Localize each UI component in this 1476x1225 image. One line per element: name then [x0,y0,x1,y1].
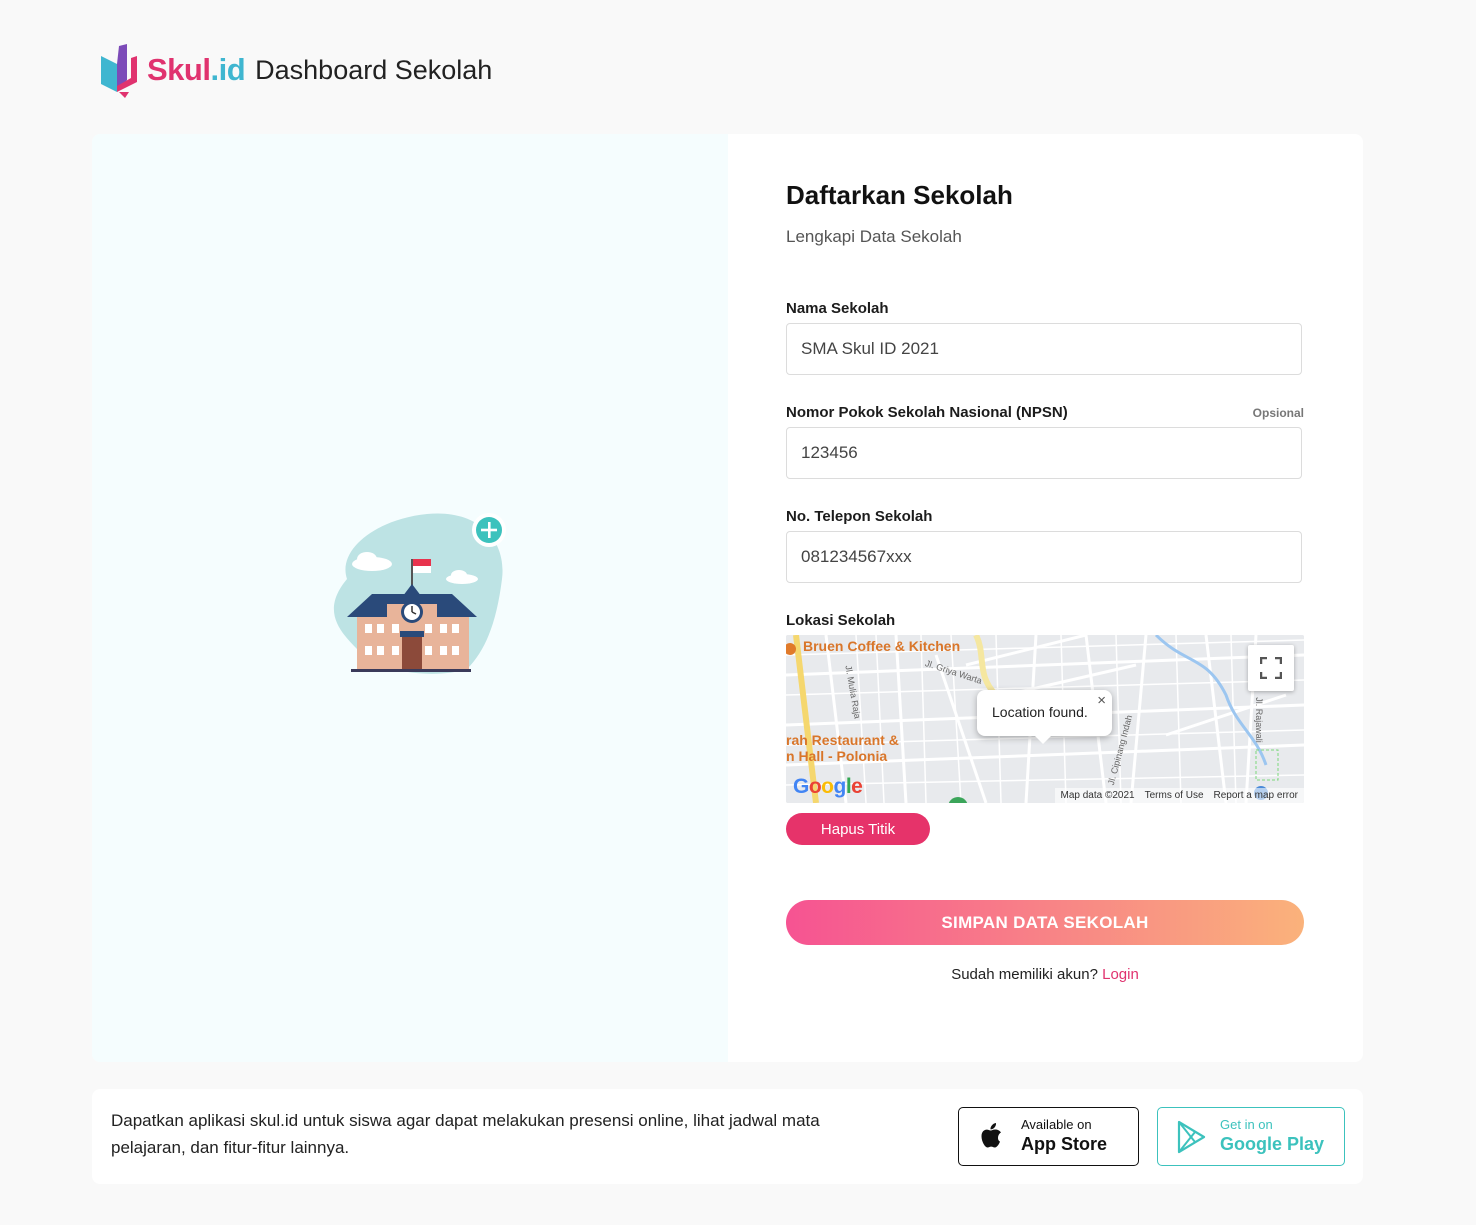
school-building-icon [333,513,506,674]
app-promo-text: Dapatkan aplikasi skul.id untuk siswa ag… [111,1111,820,1157]
app-store-button[interactable]: Available on App Store [958,1107,1139,1166]
simpan-data-button[interactable]: SIMPAN DATA SEKOLAH [786,900,1304,945]
map-report-link[interactable]: Report a map error [1214,790,1298,801]
popup-close-icon[interactable]: × [1097,692,1106,709]
telepon-input[interactable] [786,531,1302,583]
google-play-small-label: Get in on [1220,1117,1273,1132]
login-link[interactable]: Login [1102,966,1139,983]
location-popup: Location found. × [977,690,1112,736]
popup-tail [1034,735,1052,744]
map-fullscreen-button[interactable] [1248,645,1294,691]
skul-logo-icon [101,44,137,98]
map-street-rajawali: Jl. Rajawali [1253,697,1264,743]
lokasi-label: Lokasi Sekolah [786,612,896,629]
popup-text: Location found. [992,704,1088,720]
illustration-panel [92,134,728,1062]
nama-sekolah-label: Nama Sekolah [786,300,889,317]
header-title: Dashboard Sekolah [255,54,493,85]
npsn-input[interactable] [786,427,1302,479]
google-play-button[interactable]: Get in on Google Play [1157,1107,1345,1166]
fullscreen-icon [1260,657,1282,679]
header: Skul.id Dashboard Sekolah [97,42,492,98]
app-promo-footer: Dapatkan aplikasi skul.id untuk siswa ag… [92,1089,1363,1184]
map-terms-link[interactable]: Terms of Use [1145,790,1204,801]
telepon-label: No. Telepon Sekolah [786,508,933,525]
apple-icon [981,1122,1001,1147]
map-attribution: Map data ©2021 Terms of Use Report a map… [1054,788,1304,803]
google-play-big-label: Google Play [1220,1134,1325,1154]
form-title: Daftarkan Sekolah [786,180,1013,210]
hapus-titik-button[interactable]: Hapus Titik [786,813,930,845]
npsn-label: Nomor Pokok Sekolah Nasional (NPSN) [786,404,1068,421]
map-place-restaurant-2: n Hall - Polonia [786,748,888,764]
play-store-icon [1177,1120,1206,1153]
location-map[interactable]: Bruen Coffee & Kitchen rah Restaurant & … [786,635,1304,803]
google-logo: Google [793,775,863,798]
logo-wordmark: Skul.id [147,52,246,87]
optional-badge: Opsional [1252,406,1304,420]
login-prompt: Sudah memiliki akun? Login [786,966,1304,983]
login-prompt-text: Sudah memiliki akun? [951,966,1098,983]
form-subtitle: Lengkapi Data Sekolah [786,227,962,246]
register-card: Daftarkan Sekolah Lengkapi Data Sekolah … [92,134,1363,1062]
map-data-credit: Map data ©2021 [1060,790,1135,801]
map-place-bruen: Bruen Coffee & Kitchen [803,638,961,654]
nama-sekolah-input[interactable] [786,323,1302,375]
map-place-restaurant: rah Restaurant & [786,732,899,748]
app-store-big-label: App Store [1021,1134,1108,1154]
app-store-small-label: Available on [1021,1117,1092,1132]
